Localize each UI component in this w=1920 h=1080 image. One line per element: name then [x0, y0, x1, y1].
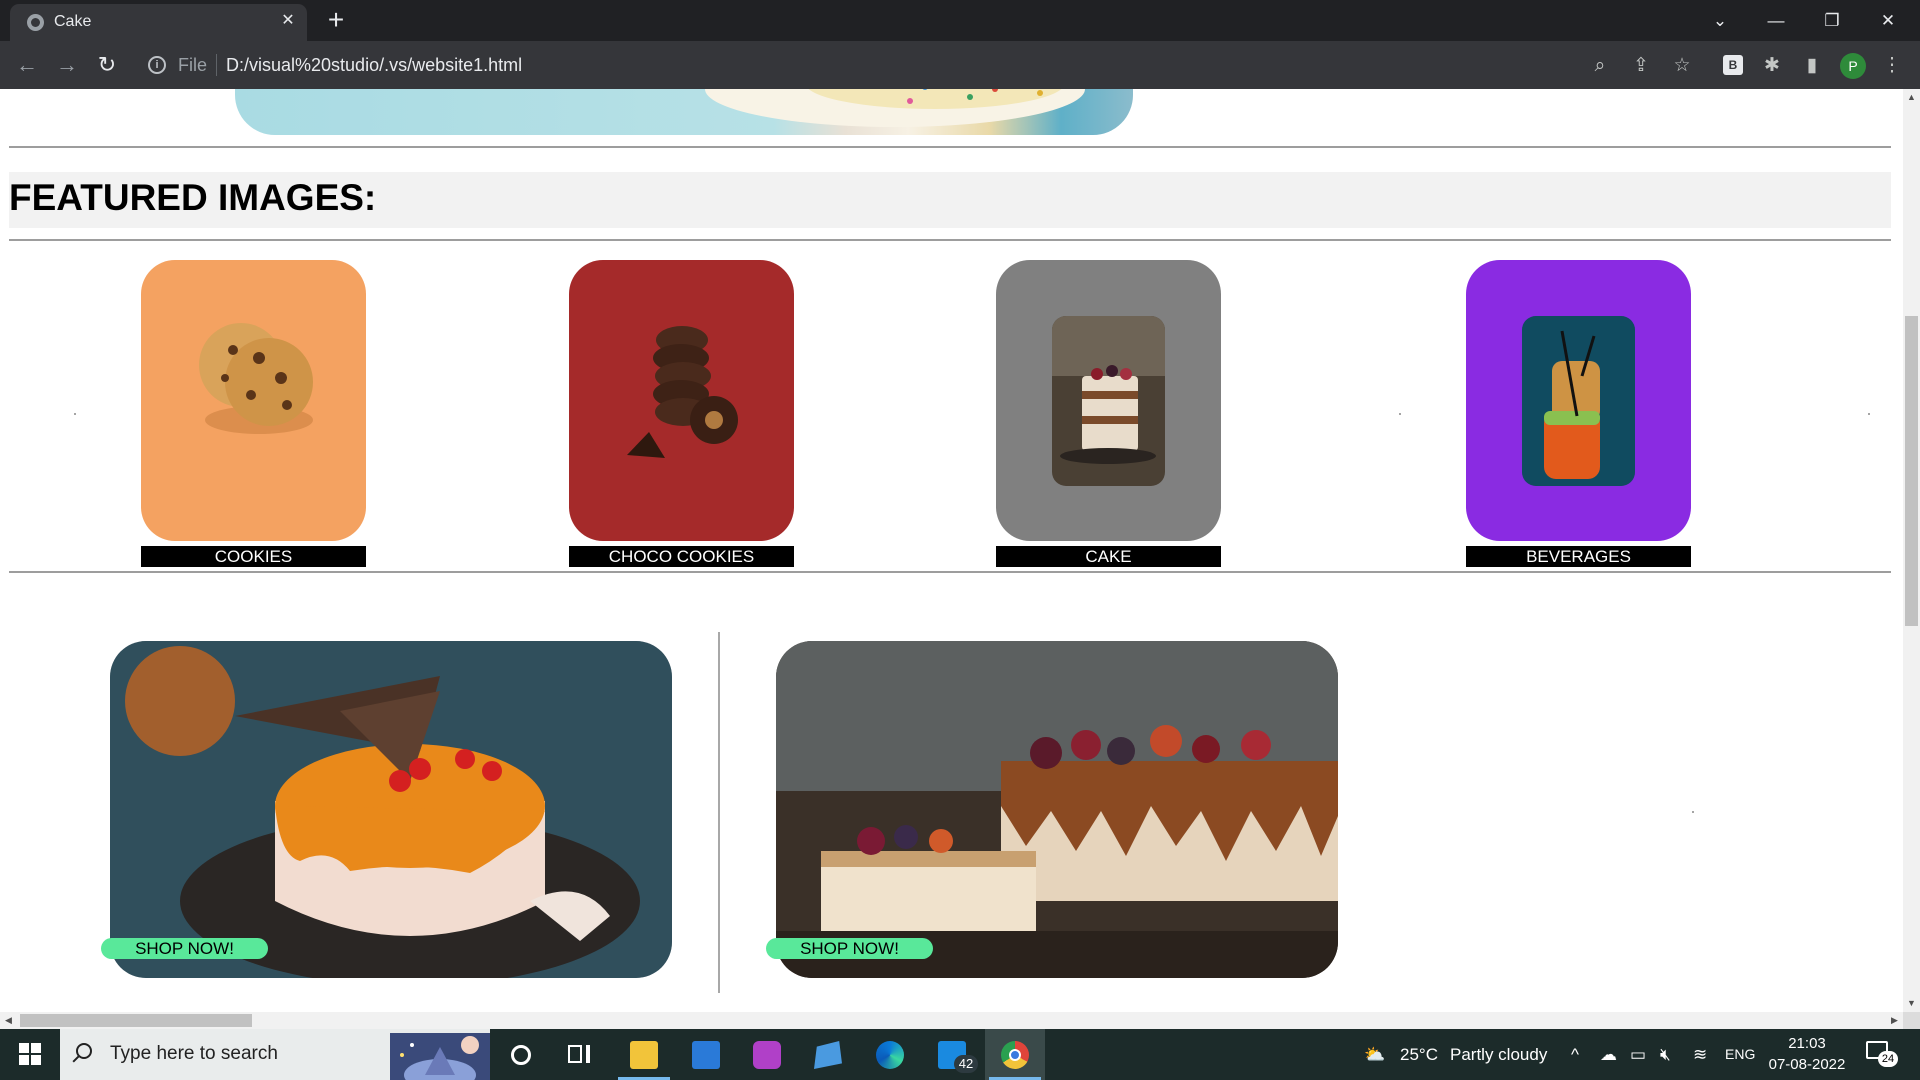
- mail-icon[interactable]: [676, 1029, 736, 1080]
- scroll-left-icon[interactable]: ◀: [0, 1012, 17, 1029]
- edge-icon[interactable]: [860, 1029, 920, 1080]
- volume-muted-icon[interactable]: 🔇︎: [1660, 1029, 1671, 1080]
- weather-icon[interactable]: ⛅: [1364, 1029, 1385, 1080]
- notification-count: 24: [1878, 1051, 1898, 1067]
- close-tab-icon[interactable]: ✕: [278, 10, 298, 32]
- tab-strip: Cake ✕ + ⌄ — ❐ ✕: [0, 0, 1920, 41]
- vertical-divider: [718, 632, 720, 993]
- horizontal-scrollbar[interactable]: ◀ ▶: [0, 1012, 1903, 1029]
- show-hidden-icons-icon[interactable]: ^: [1571, 1029, 1579, 1080]
- cake-thumb-image: [1052, 316, 1165, 486]
- browser-tab[interactable]: Cake ✕: [10, 4, 307, 41]
- stray-dot: [1399, 413, 1401, 415]
- cortana-icon[interactable]: [490, 1029, 550, 1080]
- tab-title: Cake: [54, 13, 92, 30]
- forward-icon[interactable]: →: [52, 51, 82, 79]
- vertical-scrollbar[interactable]: ▲ ▼: [1903, 89, 1920, 1012]
- stray-dot: [1868, 413, 1870, 415]
- zoom-icon[interactable]: ⌕: [1588, 54, 1612, 78]
- orange-cake-image: [110, 641, 672, 978]
- search-placeholder: Type here to search: [110, 1043, 278, 1064]
- wifi-icon[interactable]: ≋: [1693, 1029, 1707, 1080]
- menu-icon[interactable]: ⋮: [1880, 54, 1904, 78]
- notification-center-icon[interactable]: 24: [1866, 1041, 1898, 1067]
- weather-temp[interactable]: 25°C: [1400, 1029, 1438, 1080]
- clock-time: 21:03: [1788, 1035, 1826, 1052]
- weather-text[interactable]: Partly cloudy: [1450, 1029, 1547, 1080]
- stray-dot: [1692, 811, 1694, 813]
- sidebar-icon[interactable]: ▮: [1800, 54, 1824, 78]
- scroll-up-icon[interactable]: ▲: [1903, 89, 1920, 106]
- shop-now-button[interactable]: SHOP NOW!: [766, 938, 933, 959]
- card-cookies[interactable]: [141, 260, 366, 541]
- laptop-app-icon[interactable]: [798, 1029, 858, 1080]
- new-tab-button[interactable]: +: [320, 6, 352, 35]
- card-label-cake[interactable]: CAKE: [996, 546, 1221, 567]
- language-indicator[interactable]: ENG: [1725, 1029, 1755, 1080]
- horizontal-scroll-thumb[interactable]: [20, 1014, 252, 1027]
- url-text[interactable]: D:/visual%20studio/.vs/website1.html: [226, 55, 522, 76]
- card-label-cookies[interactable]: COOKIES: [141, 546, 366, 567]
- page-viewport: FEATURED IMAGES: COOKIES CHOCO COOKIES C…: [0, 89, 1903, 1012]
- globe-icon: [27, 14, 44, 31]
- share-icon[interactable]: ⇪: [1629, 54, 1653, 78]
- beverages-thumb-image: [1522, 316, 1635, 486]
- banner-cake-art: [705, 89, 1085, 127]
- star-icon[interactable]: ☆: [1670, 54, 1694, 78]
- url-scheme: File: [178, 55, 208, 75]
- cookies-image: [199, 323, 313, 434]
- promo-drip-cake[interactable]: [776, 641, 1338, 978]
- clock[interactable]: 21:03 07-08-2022: [1764, 1033, 1850, 1075]
- store-app-icon[interactable]: 42: [922, 1029, 982, 1080]
- promo-orange-cake[interactable]: [110, 641, 672, 978]
- minimize-button[interactable]: —: [1748, 0, 1804, 41]
- clock-date: 07-08-2022: [1768, 1056, 1846, 1073]
- featured-heading: FEATURED IMAGES:: [9, 177, 377, 218]
- chrome-icon[interactable]: [985, 1029, 1045, 1080]
- choco-cookies-image: [627, 326, 738, 458]
- tab-search-icon[interactable]: ⌄: [1692, 0, 1748, 41]
- camera-app-icon[interactable]: [737, 1029, 797, 1080]
- card-beverages[interactable]: [1466, 260, 1691, 541]
- windows-start-icon[interactable]: [0, 1029, 60, 1080]
- profile-icon[interactable]: P: [1840, 53, 1866, 79]
- extension-b-icon[interactable]: B: [1723, 55, 1743, 75]
- featured-header: FEATURED IMAGES:: [9, 172, 1891, 228]
- banner-image: [235, 89, 1133, 135]
- search-icon: [76, 1043, 92, 1059]
- browser-toolbar: ← → ↻ i File D:/visual%20studio/.vs/webs…: [0, 41, 1920, 89]
- vertical-scroll-thumb[interactable]: [1905, 316, 1918, 626]
- puzzle-icon[interactable]: ✱: [1760, 54, 1784, 78]
- reload-icon[interactable]: ↻: [92, 51, 122, 79]
- card-cake[interactable]: [996, 260, 1221, 541]
- onedrive-icon[interactable]: ☁: [1600, 1029, 1617, 1080]
- divider-line: [9, 239, 1891, 241]
- file-explorer-icon[interactable]: [614, 1029, 674, 1080]
- card-choco-cookies[interactable]: [569, 260, 794, 541]
- scroll-right-icon[interactable]: ▶: [1886, 1012, 1903, 1029]
- divider-line: [9, 146, 1891, 148]
- stray-dot: [74, 413, 76, 415]
- store-badge: 42: [954, 1055, 978, 1073]
- taskbar: Type here to search 42 ⛅ 25°C Partly clo…: [0, 1029, 1920, 1080]
- beverages-thumbnail: [1522, 316, 1635, 486]
- search-highlight-art: [390, 1033, 490, 1080]
- scrollbar-corner: [1903, 1012, 1920, 1029]
- divider-line: [9, 571, 1891, 573]
- card-label-choco-cookies[interactable]: CHOCO COOKIES: [569, 546, 794, 567]
- url-separator: [216, 54, 217, 76]
- back-icon[interactable]: ←: [12, 51, 42, 79]
- battery-icon[interactable]: ▭: [1630, 1029, 1646, 1080]
- shop-now-button[interactable]: SHOP NOW!: [101, 938, 268, 959]
- close-window-button[interactable]: ✕: [1860, 0, 1916, 41]
- task-view-icon[interactable]: [550, 1029, 610, 1080]
- taskbar-search-box[interactable]: Type here to search: [60, 1029, 490, 1080]
- cake-thumbnail: [1052, 316, 1165, 486]
- drip-cake-image: [776, 641, 1338, 978]
- scroll-down-icon[interactable]: ▼: [1903, 995, 1920, 1012]
- restore-button[interactable]: ❐: [1804, 0, 1860, 41]
- card-label-beverages[interactable]: BEVERAGES: [1466, 546, 1691, 567]
- info-icon[interactable]: i: [148, 56, 166, 74]
